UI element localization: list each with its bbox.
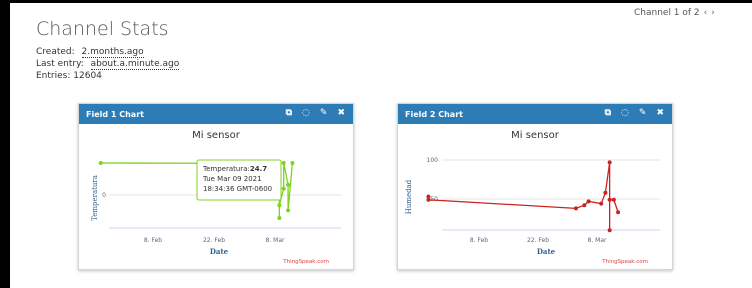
tooltip-date: Tue Mar 09 2021 [202,175,262,183]
field-2-chart-title: Field 2 Chart [405,110,463,119]
external-link-icon[interactable]: ⧉ [286,108,292,118]
close-icon[interactable]: ✖ [656,108,664,118]
y-tick-label: 0 [102,192,106,199]
external-link-icon[interactable]: ⧉ [605,108,611,118]
data-point[interactable] [586,199,591,204]
data-point[interactable] [599,201,604,206]
data-point[interactable] [277,216,282,221]
svg-text:Temperatura:24.7: Temperatura:24.7 [202,165,267,173]
chart-title: Mi sensor [192,130,241,141]
y-axis-label: Temperatura [91,175,99,221]
pencil-icon[interactable]: ✎ [320,108,328,118]
entries-value: 12604 [73,71,102,81]
field-2-chart[interactable]: Mi sensor Humedad 100 50 8. Feb 22. Feb … [398,124,672,269]
entries-label: Entries: [36,71,71,81]
data-point[interactable] [290,161,295,165]
credit-link[interactable]: ThingSpeak.com [601,259,648,265]
pager-text: Channel 1 of 2 [634,8,700,18]
field-1-chart-title: Field 1 Chart [86,110,144,119]
data-point[interactable] [573,206,578,211]
x-tick-label: 8. Feb [470,237,488,244]
pager-prev-button[interactable]: ‹ [704,8,708,18]
x-tick-label: 8. Mar [588,237,607,244]
x-tick-label: 22. Feb [527,237,549,244]
field-1-chart[interactable]: Mi sensor Temperatura 0 8. Feb 22. Feb 8… [79,124,353,269]
x-axis-label: Date [210,247,229,256]
data-point[interactable] [607,160,612,165]
data-point[interactable] [281,161,286,165]
series-path [427,162,619,231]
series-line [426,160,621,233]
x-tick-label: 8. Mar [266,237,285,244]
data-point[interactable] [607,197,612,202]
created-value: 2.months.ago [81,47,144,58]
data-point[interactable] [611,197,616,202]
data-point[interactable] [607,228,612,233]
field-2-chart-card: Field 2 Chart ⧉ ◌ ✎ ✖ Mi sensor Humedad … [397,103,673,270]
data-point[interactable] [286,208,291,213]
pager-next-button[interactable]: › [711,8,715,18]
close-icon[interactable]: ✖ [337,108,345,118]
field-1-chart-card: Field 1 Chart ⧉ ◌ ✎ ✖ Mi sensor Temperat… [78,103,354,270]
data-point[interactable] [286,182,291,187]
data-point[interactable] [616,210,621,215]
page-title: Channel Stats [36,18,169,40]
data-point[interactable] [98,161,103,165]
y-axis-label: Humedad [405,179,413,214]
created-label: Created: [36,47,75,57]
channel-pager: Channel 1 of 2 ‹ › [634,8,715,18]
data-point[interactable] [582,203,587,208]
pencil-icon[interactable]: ✎ [639,108,647,118]
last-entry-row: Last entry: about.a.minute.ago [36,59,180,70]
entries-row: Entries: 12604 [36,71,102,82]
comment-icon[interactable]: ◌ [621,108,629,118]
data-point[interactable] [603,190,608,195]
created-row: Created: 2.months.ago [36,47,144,58]
comment-icon[interactable]: ◌ [302,108,310,118]
tooltip-value: 24.7 [250,165,267,173]
tooltip: Temperatura:24.7 Tue Mar 09 2021 18:34:3… [196,159,282,201]
field-2-chart-header: Field 2 Chart ⧉ ◌ ✎ ✖ [398,104,672,124]
data-point[interactable] [426,197,431,202]
tooltip-series-label: Temperatura: [202,165,250,173]
x-tick-label: 22. Feb [203,237,225,244]
y-tick-label: 100 [427,157,439,164]
x-axis-label: Date [537,247,556,256]
field-1-chart-header: Field 1 Chart ⧉ ◌ ✎ ✖ [79,104,353,124]
data-point[interactable] [277,203,282,208]
data-point[interactable] [281,186,286,191]
chart-title: Mi sensor [511,130,560,141]
last-entry-label: Last entry: [36,59,84,69]
x-tick-label: 8. Feb [144,237,162,244]
last-entry-value: about.a.minute.ago [90,59,180,70]
tooltip-time: 18:34:36 GMT-0600 [203,185,272,193]
credit-link[interactable]: ThingSpeak.com [282,259,329,265]
